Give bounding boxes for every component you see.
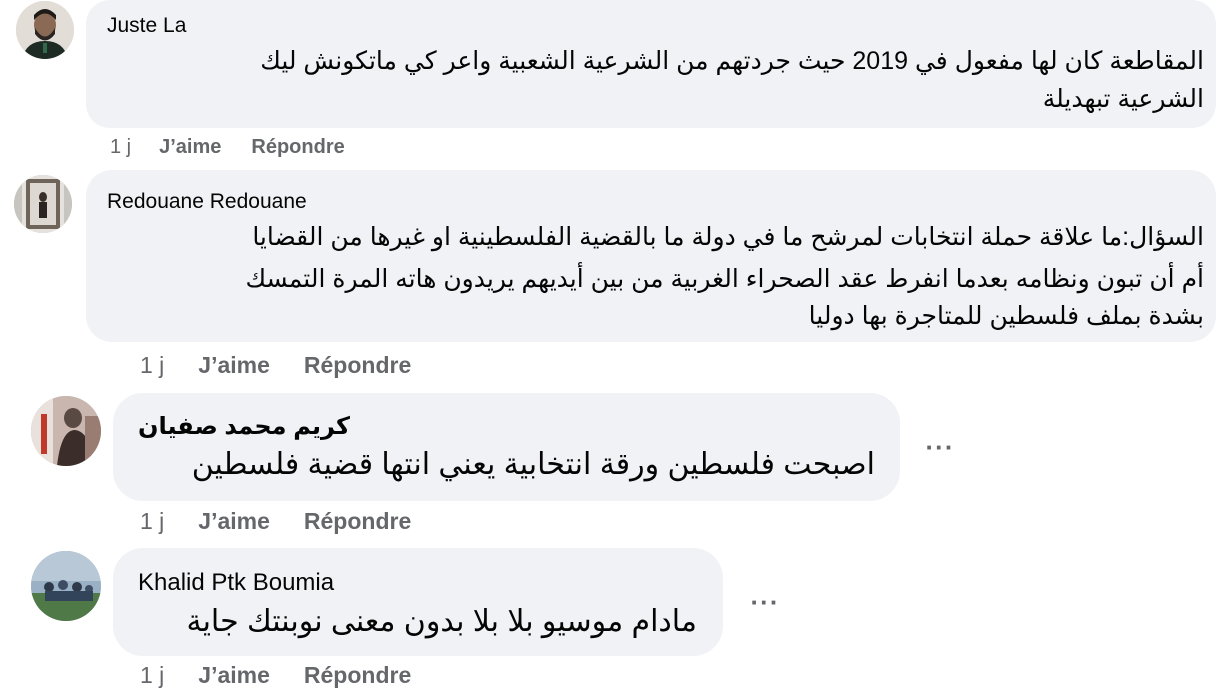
- comment-khalid: Khalid Ptk Boumia مادام موسيو بلا بلا بد…: [0, 545, 1216, 688]
- comment-actions: 1 j J’aime Répondre: [140, 508, 411, 535]
- like-button[interactable]: J’aime: [198, 662, 270, 689]
- reply-button[interactable]: Répondre: [251, 136, 344, 159]
- comment-bubble: [113, 548, 723, 656]
- comment-text-line: مادام موسيو بلا بلا بدون معنى نوبنتك جاي…: [186, 605, 698, 638]
- reply-button[interactable]: Répondre: [304, 352, 411, 379]
- like-button[interactable]: J’aime: [198, 352, 270, 379]
- person-avatar-icon: [31, 396, 101, 466]
- timestamp[interactable]: 1 j: [110, 136, 131, 159]
- comment-author[interactable]: Redouane Redouane: [107, 190, 307, 214]
- more-options-icon[interactable]: ···: [745, 582, 785, 622]
- comment-actions: 1 j J’aime Répondre: [140, 352, 411, 379]
- comment-author[interactable]: Juste La: [107, 14, 186, 38]
- comment-text-line: أم أن تبون ونظامه بعدما انفرط عقد الصحرا…: [245, 265, 1204, 293]
- reply-button[interactable]: Répondre: [304, 508, 411, 535]
- comment-author[interactable]: Khalid Ptk Boumia: [138, 569, 334, 597]
- avatar[interactable]: [31, 396, 101, 466]
- comment-text-line: الشرعية تبهديلة: [1042, 85, 1204, 113]
- comment-karim: كريم محمد صفيان اصبحت فلسطين ورقة انتخاب…: [0, 390, 1216, 545]
- timestamp[interactable]: 1 j: [140, 352, 164, 379]
- avatar[interactable]: [16, 1, 74, 59]
- avatar[interactable]: [31, 551, 101, 621]
- person-avatar-icon: [14, 175, 72, 233]
- avatar[interactable]: [14, 175, 72, 233]
- comment-text-line: بشدة بملف فلسطين للمتاجرة بها دوليا: [808, 302, 1204, 330]
- comment-actions: 1 j J’aime Répondre: [140, 662, 411, 689]
- comment-actions: 1 j J’aime Répondre: [110, 136, 345, 159]
- comment-text-line: السؤال:ما علاقة حملة انتخابات لمرشح ما ف…: [252, 223, 1204, 251]
- comment-redouane: Redouane Redouane السؤال:ما علاقة حملة ا…: [0, 170, 1216, 390]
- comment-text-line: المقاطعة كان لها مفعول في 2019 حيث جردته…: [260, 47, 1204, 75]
- person-avatar-icon: [16, 1, 74, 59]
- like-button[interactable]: J’aime: [198, 508, 270, 535]
- timestamp[interactable]: 1 j: [140, 508, 164, 535]
- reply-button[interactable]: Répondre: [304, 662, 411, 689]
- comment-text-line: اصبحت فلسطين ورقة انتخابية يعني انتها قض…: [191, 448, 875, 481]
- like-button[interactable]: J’aime: [159, 136, 221, 159]
- timestamp[interactable]: 1 j: [140, 662, 164, 689]
- comment-juste-la: Juste La المقاطعة كان لها مفعول في 2019 …: [0, 0, 1216, 170]
- more-options-icon[interactable]: ···: [920, 427, 960, 467]
- group-avatar-icon: [31, 551, 101, 621]
- comment-author[interactable]: كريم محمد صفيان: [138, 412, 350, 441]
